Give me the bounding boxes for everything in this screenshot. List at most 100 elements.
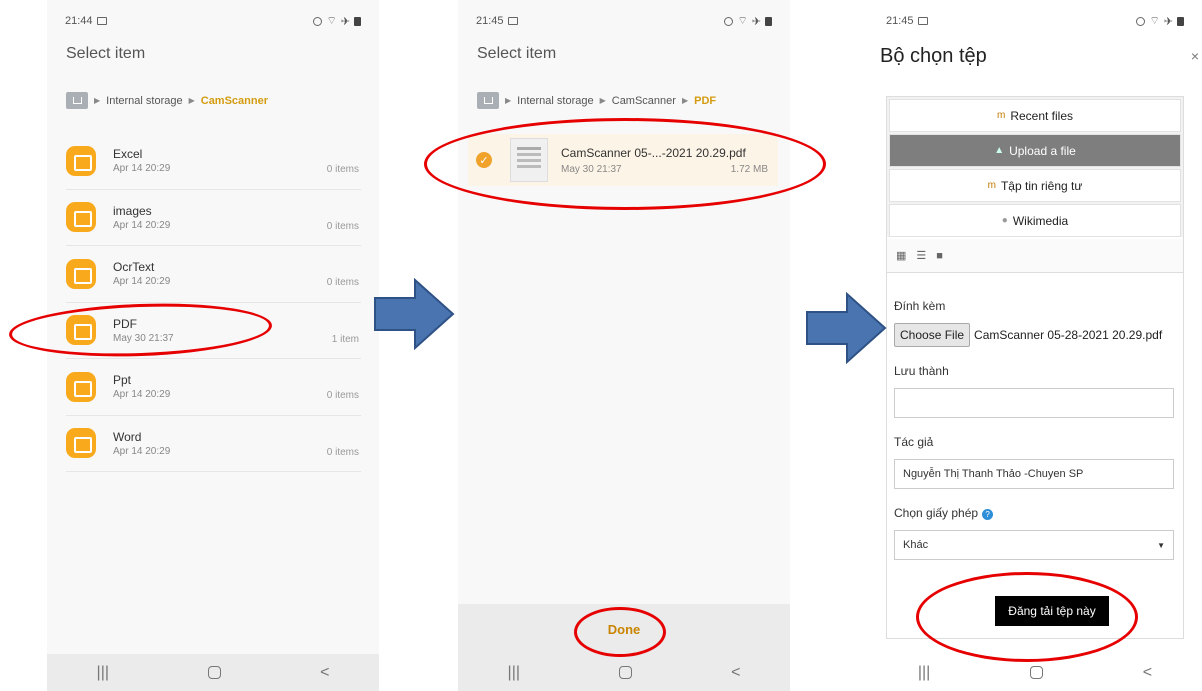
folder-date: Apr 14 20:29 <box>113 163 171 175</box>
page-title: Bộ chọn tệp <box>880 45 987 67</box>
folder-date: Apr 14 20:29 <box>113 445 171 457</box>
help-icon[interactable]: ? <box>982 509 994 520</box>
alarm-icon <box>1136 16 1146 26</box>
back-button[interactable]: < <box>1143 664 1152 682</box>
gallery-icon <box>917 17 928 25</box>
gallery-icon <box>96 17 107 25</box>
alarm-icon <box>313 16 323 26</box>
home-button[interactable] <box>208 666 222 679</box>
upload-form: Đính kèm Choose File CamScanner 05-28-20… <box>887 273 1183 560</box>
recents-button[interactable]: ||| <box>508 664 520 682</box>
license-value: Khác <box>903 539 929 551</box>
phone-screen-file-select: 21:45 ⌔ ✈ Select item ▶ Internal storage … <box>458 0 790 691</box>
airplane-icon: ✈ <box>751 15 761 28</box>
airplane-icon: ✈ <box>1163 15 1173 28</box>
chevron-right-icon: ▶ <box>681 96 689 105</box>
airplane-icon: ✈ <box>340 15 350 28</box>
license-label: Chọn giấy phép <box>894 506 979 520</box>
file-picker-panel: m Recent files ▲ Upload a file m Tập tin ri… <box>886 96 1184 639</box>
folder-count: 0 items <box>326 164 359 175</box>
folder-count: 0 items <box>326 446 359 458</box>
folder-date: Apr 14 20:29 <box>113 276 171 288</box>
status-bar: 21:44 ⌔ ✈ <box>65 13 361 29</box>
folder-row-images[interactable]: images Apr 14 20:29 0 items <box>66 190 361 246</box>
breadcrumb-internal-storage[interactable]: Internal storage <box>106 95 182 107</box>
breadcrumb: ▶ Internal storage ▶ CamScanner <box>66 92 268 109</box>
license-select[interactable]: Khác ▼ <box>894 530 1174 560</box>
home-icon[interactable] <box>477 92 499 109</box>
status-bar: 21:45 ⌔ ✈ <box>886 13 1184 29</box>
page-title: Select item <box>66 45 146 62</box>
folder-name: Ppt <box>113 373 132 388</box>
folder-icon <box>66 258 96 289</box>
folder-row-ppt[interactable]: Ppt Apr 14 20:29 0 items <box>66 359 361 416</box>
breadcrumb: ▶ Internal storage ▶ CamScanner ▶ PDF <box>477 92 716 109</box>
license-label-row: Chọn giấy phép? <box>894 506 1183 520</box>
dropdown-arrow-icon: ▼ <box>1157 540 1165 550</box>
folder-icon <box>66 371 96 402</box>
breadcrumb-camscanner[interactable]: CamScanner <box>612 95 676 107</box>
recents-button[interactable]: ||| <box>918 664 930 682</box>
battery-icon <box>765 16 772 26</box>
breadcrumb-pdf[interactable]: PDF <box>694 95 716 107</box>
chevron-right-icon: ▶ <box>94 96 101 105</box>
status-time: 21:44 <box>65 15 93 27</box>
repository-icon: m <box>996 110 1006 121</box>
folder-icon <box>66 428 96 459</box>
battery-icon <box>354 16 361 26</box>
home-button[interactable] <box>619 666 633 679</box>
close-icon[interactable]: × <box>1191 48 1199 64</box>
arrow-right-icon <box>374 278 455 350</box>
breadcrumb-camscanner[interactable]: CamScanner <box>201 95 268 107</box>
annotation-ellipse-pdf-file <box>424 118 826 210</box>
back-button[interactable]: < <box>320 664 329 682</box>
attach-label: Đính kèm <box>894 299 946 313</box>
repo-label: Recent files <box>1010 108 1074 123</box>
repository-list: m Recent files ▲ Upload a file m Tập tin ri… <box>887 97 1183 237</box>
folder-list: Excel Apr 14 20:29 0 items images Apr 14 2… <box>66 133 361 472</box>
repo-upload-file[interactable]: ▲ Upload a file <box>889 134 1181 167</box>
annotation-ellipse-upload <box>916 572 1138 662</box>
folder-name: OcrText <box>113 260 155 275</box>
home-icon[interactable] <box>66 92 88 109</box>
gallery-icon <box>507 17 518 25</box>
wifi-icon: ⌔ <box>1149 15 1160 27</box>
chosen-file-name: CamScanner 05-28-2021 20.29.pdf <box>974 328 1163 342</box>
breadcrumb-internal-storage[interactable]: Internal storage <box>517 95 593 107</box>
wifi-icon: ⌔ <box>737 15 748 27</box>
home-button[interactable] <box>1030 666 1044 679</box>
status-bar: 21:45 ⌔ ✈ <box>476 13 772 29</box>
author-input[interactable]: Nguyễn Thị Thanh Thảo -Chuyen SP <box>894 459 1174 489</box>
arrow-right-icon <box>806 292 887 364</box>
back-button[interactable]: < <box>731 664 740 682</box>
author-label: Tác giả <box>894 435 934 449</box>
upload-icon: ▲ <box>994 145 1005 156</box>
repo-private-files[interactable]: m Tập tin riêng tư <box>889 169 1181 202</box>
globe-icon: ● <box>1001 215 1008 226</box>
folder-row-word[interactable]: Word Apr 14 20:29 0 items <box>66 416 361 472</box>
repo-label: Upload a file <box>1009 143 1076 158</box>
chevron-right-icon: ▶ <box>599 96 606 105</box>
android-navbar: ||| < <box>47 654 379 691</box>
choose-file-button[interactable]: Choose File <box>894 323 971 347</box>
repo-wikimedia[interactable]: ● Wikimedia <box>889 204 1181 237</box>
wifi-icon: ⌔ <box>326 15 337 27</box>
annotation-ellipse-done <box>574 607 666 657</box>
save-as-input[interactable] <box>894 388 1174 418</box>
folder-row-ocrtext[interactable]: OcrText Apr 14 20:29 0 items <box>66 246 361 303</box>
android-navbar: ||| < <box>458 654 790 691</box>
repo-recent-files[interactable]: m Recent files <box>889 99 1181 132</box>
list-view-icon[interactable]: ☰ <box>916 249 926 262</box>
folder-date: Apr 14 20:29 <box>113 389 171 401</box>
grid-view-icon[interactable]: ▦ <box>896 249 906 262</box>
battery-icon <box>1177 16 1184 26</box>
folder-date: Apr 14 20:29 <box>113 219 171 231</box>
folder-name: Excel <box>113 147 143 162</box>
repository-icon: m <box>987 180 996 191</box>
folder-view-icon[interactable]: ■ <box>936 250 943 262</box>
recents-button[interactable]: ||| <box>97 664 109 682</box>
repo-label: Wikimedia <box>1012 213 1069 228</box>
folder-name: images <box>113 203 152 218</box>
folder-row-excel[interactable]: Excel Apr 14 20:29 0 items <box>66 133 361 190</box>
folder-count: 0 items <box>326 390 359 401</box>
